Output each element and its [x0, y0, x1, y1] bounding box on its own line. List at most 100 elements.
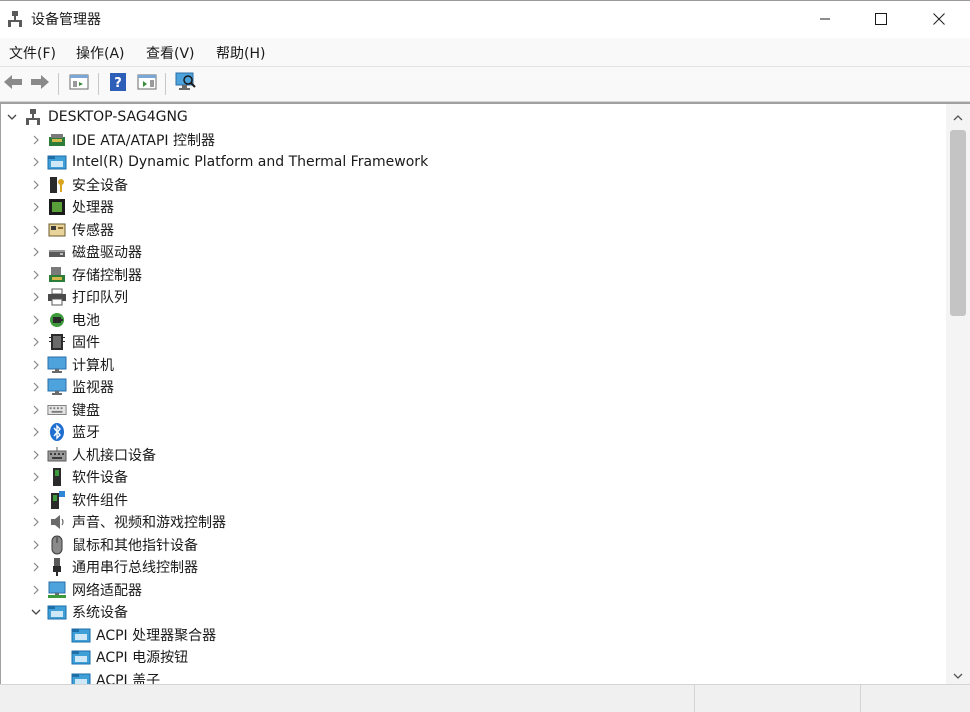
forward-arrow-icon — [29, 73, 51, 95]
tree-device[interactable]: ACPI 电源按钮 — [67, 646, 188, 668]
chevron-right-icon[interactable] — [29, 151, 43, 173]
tree-category-label: IDE ATA/ATAPI 控制器 — [72, 133, 216, 149]
tree-category-label: 键盘 — [72, 403, 100, 419]
mouse-icon — [47, 535, 67, 555]
system-folder-icon — [71, 625, 91, 645]
chevron-right-icon[interactable] — [29, 421, 43, 443]
menu-file[interactable]: 文件(F) — [9, 43, 56, 63]
chevron-right-icon[interactable] — [29, 174, 43, 196]
chevron-right-icon[interactable] — [29, 444, 43, 466]
chevron-right-icon[interactable] — [29, 556, 43, 578]
window-title: 设备管理器 — [31, 12, 101, 28]
status-bar — [0, 684, 970, 712]
menu-help[interactable]: 帮助(H) — [216, 43, 265, 63]
tree-category[interactable]: IDE ATA/ATAPI 控制器 — [29, 129, 215, 151]
disk-drive-icon — [47, 242, 67, 262]
tree-category[interactable]: Intel(R) Dynamic Platform and Thermal Fr… — [29, 151, 428, 173]
tree-category-label: 监视器 — [72, 380, 114, 396]
tree-category[interactable]: 人机接口设备 — [29, 444, 156, 466]
tree-category[interactable]: 蓝牙 — [29, 421, 100, 443]
tree-root-label: DESKTOP-SAG4GNG — [48, 109, 188, 125]
tree-category[interactable]: 传感器 — [29, 219, 114, 241]
close-button[interactable] — [910, 1, 968, 38]
tree-category-label: Intel(R) Dynamic Platform and Thermal Fr… — [72, 154, 429, 170]
hid-icon — [47, 445, 67, 465]
chevron-right-icon[interactable] — [29, 376, 43, 398]
chevron-right-icon[interactable] — [29, 286, 43, 308]
chevron-down-icon[interactable] — [29, 601, 43, 623]
tree-category-label: 传感器 — [72, 223, 114, 239]
tree-category[interactable]: 电池 — [29, 309, 100, 331]
bluetooth-icon — [47, 422, 67, 442]
chevron-right-icon[interactable] — [29, 331, 43, 353]
security-key-icon — [47, 175, 67, 195]
chevron-right-icon[interactable] — [29, 511, 43, 533]
keyboard-icon — [47, 400, 67, 420]
chevron-right-icon[interactable] — [29, 534, 43, 556]
tree-category[interactable]: 通用串行总线控制器 — [29, 556, 198, 578]
tree-category[interactable]: 监视器 — [29, 376, 114, 398]
processor-chip-icon — [47, 197, 67, 217]
chevron-right-icon[interactable] — [29, 579, 43, 601]
tree-category-label: 磁盘驱动器 — [72, 245, 142, 261]
storage-controller-icon — [47, 265, 67, 285]
maximize-button[interactable] — [852, 1, 910, 38]
forward-button[interactable] — [28, 72, 52, 96]
usb-icon — [47, 557, 67, 577]
firmware-icon — [47, 332, 67, 352]
show-hide-tree-button[interactable] — [67, 72, 91, 96]
tree-category-label: 打印队列 — [72, 290, 128, 306]
tree-category[interactable]: 处理器 — [29, 196, 114, 218]
tree-category[interactable]: 软件设备 — [29, 466, 128, 488]
vertical-scrollbar[interactable] — [946, 102, 970, 686]
tree-root[interactable]: DESKTOP-SAG4GNG — [5, 106, 188, 128]
tree-category[interactable]: 固件 — [29, 331, 100, 353]
chevron-right-icon[interactable] — [29, 241, 43, 263]
tree-category[interactable]: 磁盘驱动器 — [29, 241, 142, 263]
tree-category[interactable]: 声音、视频和游戏控制器 — [29, 511, 226, 533]
back-button[interactable] — [1, 72, 25, 96]
chevron-right-icon[interactable] — [29, 399, 43, 421]
scan-hardware-button[interactable] — [174, 72, 198, 96]
chevron-right-icon[interactable] — [29, 219, 43, 241]
tree-category[interactable]: 存储控制器 — [29, 264, 142, 286]
monitor-icon — [47, 355, 67, 375]
svg-text:?: ? — [114, 76, 122, 91]
properties-pane-button[interactable] — [135, 72, 159, 96]
device-tree: DESKTOP-SAG4GNG IDE ATA/ATAPI 控制器 Intel(… — [0, 102, 947, 686]
tree-category[interactable]: 网络适配器 — [29, 579, 142, 601]
tree-category[interactable]: 计算机 — [29, 354, 114, 376]
minimize-button[interactable] — [796, 1, 854, 38]
tree-category[interactable]: 安全设备 — [29, 174, 128, 196]
tree-category[interactable]: 打印队列 — [29, 286, 128, 308]
tree-device[interactable]: ACPI 处理器聚合器 — [67, 624, 216, 646]
tree-category-label: 系统设备 — [72, 605, 128, 621]
tree-category-label: 蓝牙 — [72, 425, 100, 441]
tree-device-label: ACPI 处理器聚合器 — [96, 628, 217, 644]
tree-category[interactable]: 键盘 — [29, 399, 100, 421]
help-icon: ? — [108, 72, 128, 96]
chevron-right-icon[interactable] — [29, 264, 43, 286]
tree-category-expanded[interactable]: 系统设备 — [29, 601, 128, 623]
scroll-up-button[interactable] — [946, 106, 970, 126]
scroll-down-button[interactable] — [946, 664, 970, 684]
menu-view[interactable]: 查看(V) — [146, 43, 195, 63]
chevron-right-icon[interactable] — [29, 354, 43, 376]
chevron-right-icon[interactable] — [29, 466, 43, 488]
scrollbar-thumb[interactable] — [950, 130, 966, 316]
tree-device-label: ACPI 电源按钮 — [96, 650, 189, 666]
tree-category-label: 网络适配器 — [72, 583, 142, 599]
toolbar-separator — [58, 73, 59, 95]
status-pane — [860, 685, 970, 712]
chevron-right-icon[interactable] — [29, 129, 43, 151]
chevron-down-icon[interactable] — [5, 106, 19, 128]
monitor-icon — [47, 377, 67, 397]
chevron-right-icon[interactable] — [29, 489, 43, 511]
tree-category-label: 固件 — [72, 335, 100, 351]
chevron-right-icon[interactable] — [29, 196, 43, 218]
tree-category[interactable]: 鼠标和其他指针设备 — [29, 534, 198, 556]
help-button[interactable]: ? — [106, 72, 130, 96]
menu-action[interactable]: 操作(A) — [76, 43, 125, 63]
chevron-right-icon[interactable] — [29, 309, 43, 331]
tree-category[interactable]: 软件组件 — [29, 489, 128, 511]
